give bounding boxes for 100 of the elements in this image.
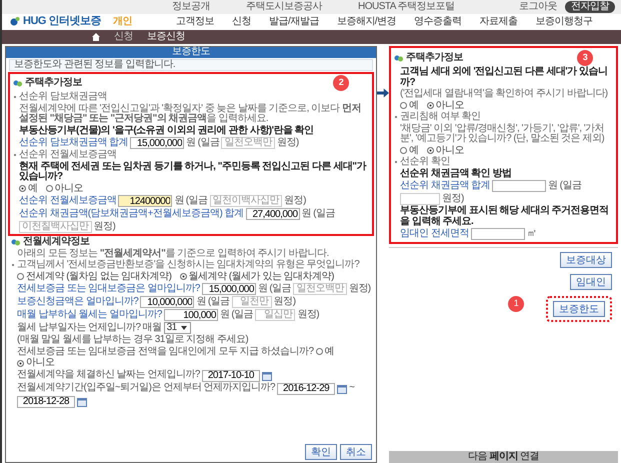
calendar-icon[interactable] xyxy=(337,384,348,394)
info-text: 부동산등기부(건물)의 '을구(소유권 이외의 권리에 관한 사항)'란을 확인 xyxy=(18,126,315,136)
radio-icon[interactable] xyxy=(46,185,52,192)
radio-option[interactable]: 아니오 xyxy=(426,146,464,156)
unit-text: 원 xyxy=(196,296,206,308)
amount-input[interactable]: 27,400,000 xyxy=(246,208,300,220)
caret-icon xyxy=(180,324,188,332)
amount-words-prefix: (일금 xyxy=(560,180,582,192)
date-input[interactable]: 2018-12-28 xyxy=(17,396,75,408)
page-button[interactable]: 보증대상 xyxy=(560,252,612,268)
field-label: 선순위 전월세보증금액 xyxy=(19,196,116,206)
dialog-title: 보증한도 xyxy=(6,47,376,58)
amount-input[interactable] xyxy=(492,180,546,192)
radio-option[interactable]: 예 xyxy=(316,346,334,357)
user-type-label: 개인 xyxy=(113,16,132,28)
top-link[interactable]: 주택도시보증공사 xyxy=(246,2,322,12)
day-select[interactable]: 31 xyxy=(164,322,191,334)
menu-item[interactable]: 자료제출 xyxy=(480,16,518,28)
menu-item[interactable]: 발급/재발급 xyxy=(269,16,319,28)
amount-input[interactable]: 10,000,000 xyxy=(140,296,194,308)
amount-input[interactable] xyxy=(470,228,525,240)
field-label: 보증신청금액은 얼마입니까? xyxy=(17,296,138,308)
step-badge: 2 xyxy=(333,75,349,91)
question-text: 전월세계약기간(입주일~퇴거일)은 언제부터 언제까지입니까? xyxy=(17,383,276,394)
radio-icon[interactable] xyxy=(19,185,26,192)
unit-text: 원 xyxy=(548,180,558,192)
menu-item[interactable]: 영수증출력 xyxy=(414,16,462,28)
radio-icon[interactable] xyxy=(400,102,407,110)
menu-item[interactable]: 보증이행청구 xyxy=(536,16,593,28)
info-text: ('전입세대 열람내역'을 확인하여 주시기 바랍니다) xyxy=(399,89,609,100)
info-text: 부동산등기부에 표시된 해당 세대의 주거전용면적을 입력해 주세요. xyxy=(399,206,610,227)
radio-option[interactable]: 예 xyxy=(400,146,418,156)
radio-icon[interactable] xyxy=(17,360,24,367)
calendar-icon[interactable] xyxy=(262,370,272,380)
unit-text: ㎡ xyxy=(526,228,536,240)
radio-icon[interactable] xyxy=(316,348,323,356)
amount-words-prefix: (일금 xyxy=(186,196,208,206)
amount-words-suffix: 원정) xyxy=(94,222,116,232)
page-button[interactable]: 임대인 xyxy=(570,274,612,290)
menu-item[interactable]: 보증해지/변경 xyxy=(336,16,396,28)
radio-icon[interactable] xyxy=(400,147,407,154)
field-label: 선순위 채권금액 합계 xyxy=(400,180,490,192)
field-label: 임대인 전세면적 xyxy=(400,228,469,240)
date-input[interactable]: 2017-10-10 xyxy=(202,370,260,382)
radio-option[interactable]: 아니오 xyxy=(46,184,83,194)
radio-option[interactable]: 월세계약 (월세가 있는 임대차계약) xyxy=(180,272,334,282)
amount-words-suffix: 원정) xyxy=(274,296,296,308)
amount-input[interactable]: 100,000 xyxy=(164,309,218,321)
radio-icon[interactable] xyxy=(426,102,434,110)
top-link[interactable]: HOUSTA 주택정보포털 xyxy=(358,2,455,12)
amount-input[interactable]: 15,000,000 xyxy=(130,137,184,149)
question-text: 전세보증금 또는 임대보증금 전액을 임대인에게 모두 지급 하셨습니까? xyxy=(17,346,314,357)
hint-text: (매월 말일 월세를 납부하는 경우 31일로 지정해 주세요) xyxy=(17,335,248,346)
breadcrumb-link[interactable]: 보증신청 xyxy=(147,32,185,42)
bid-button[interactable]: 전자입찰 xyxy=(565,1,615,13)
calendar-icon[interactable] xyxy=(77,396,87,406)
question-text: 고객님께서 '전세보증금반환보증'을 신청하시는 임대차계약의 유형은 무엇입니까? xyxy=(11,260,371,270)
amount-words-suffix: 원정) xyxy=(297,310,320,320)
amount-words-field: 이천칠백사십만 xyxy=(19,221,92,233)
logout-link[interactable]: 로그아웃 xyxy=(519,2,557,12)
amount-words-suffix: 원정) xyxy=(276,138,299,148)
amount-words-prefix: (일금 xyxy=(198,138,220,148)
amount-words-prefix: (일금 xyxy=(313,208,335,220)
step-badge: 1 xyxy=(508,296,524,312)
logo-text: HUG 인터넷보증 xyxy=(23,16,101,28)
unit-text: 원 xyxy=(220,310,230,320)
radio-option[interactable]: 예 xyxy=(400,100,418,111)
radio-icon[interactable] xyxy=(180,273,186,280)
field-label: 선순위 담보채권금액 합계 xyxy=(19,138,128,148)
unit-text: 원 xyxy=(174,196,184,206)
dialog-button[interactable]: 확인 xyxy=(305,444,337,460)
section-icon xyxy=(13,80,22,86)
question-text: 선순위 전월세보증금액 xyxy=(13,150,369,160)
section-heading: 전월세계약정보 xyxy=(23,237,90,248)
radio-option[interactable]: 예 xyxy=(19,184,38,194)
prefix-text: 매월 xyxy=(142,322,162,334)
amount-words-suffix: 원정) xyxy=(284,196,306,206)
top-link[interactable]: 정보공개 xyxy=(172,2,210,12)
info-text: '채당금' 이외 '압류/경매신청', '가등기', '압류', '가처분', '예고등기'가 있습니까? (단, 말소된 것은 제외) xyxy=(399,124,606,144)
limit-button[interactable]: 보증한도 xyxy=(553,301,605,317)
info-text: 아래의 모든 정보는 "전월세계약서"를 기준으로 입력하여 주시기 바랍니다. xyxy=(16,248,330,259)
menu-item[interactable]: 고객정보 xyxy=(176,16,214,28)
menu-item[interactable]: 신청 xyxy=(232,16,251,28)
amount-input[interactable]: 15,000,000 xyxy=(202,283,256,295)
radio-option[interactable]: 전세계약 (월차임 없는 임대차계약) xyxy=(17,272,172,282)
breadcrumb-link[interactable]: 신청 xyxy=(114,32,133,42)
home-icon[interactable] xyxy=(92,33,100,41)
field-label: 선순위 채권금액(담보채권금액+전월세보증금액) 합계 xyxy=(19,208,244,220)
radio-option[interactable]: 아니오 xyxy=(426,100,464,111)
radio-icon[interactable] xyxy=(17,273,24,280)
question-text: 선순위 확인 xyxy=(394,157,613,168)
dialog-button[interactable]: 취소 xyxy=(340,444,372,460)
question-text: 권리침해 여부 확인 xyxy=(394,112,613,122)
unit-text: 원 xyxy=(258,284,268,294)
date-input[interactable]: 2016-12-29 xyxy=(277,382,336,394)
radio-option[interactable]: 아니오 xyxy=(17,358,54,368)
amount-input[interactable]: 12400000 xyxy=(118,195,172,207)
question-text: 전월세계약을 체결하신 날짜는 언제입니까? xyxy=(17,370,200,381)
radio-icon[interactable] xyxy=(426,147,434,154)
info-text: 고객님 세대 외에 '전입신고된 다른 세대'가 있습니까? xyxy=(399,67,608,88)
